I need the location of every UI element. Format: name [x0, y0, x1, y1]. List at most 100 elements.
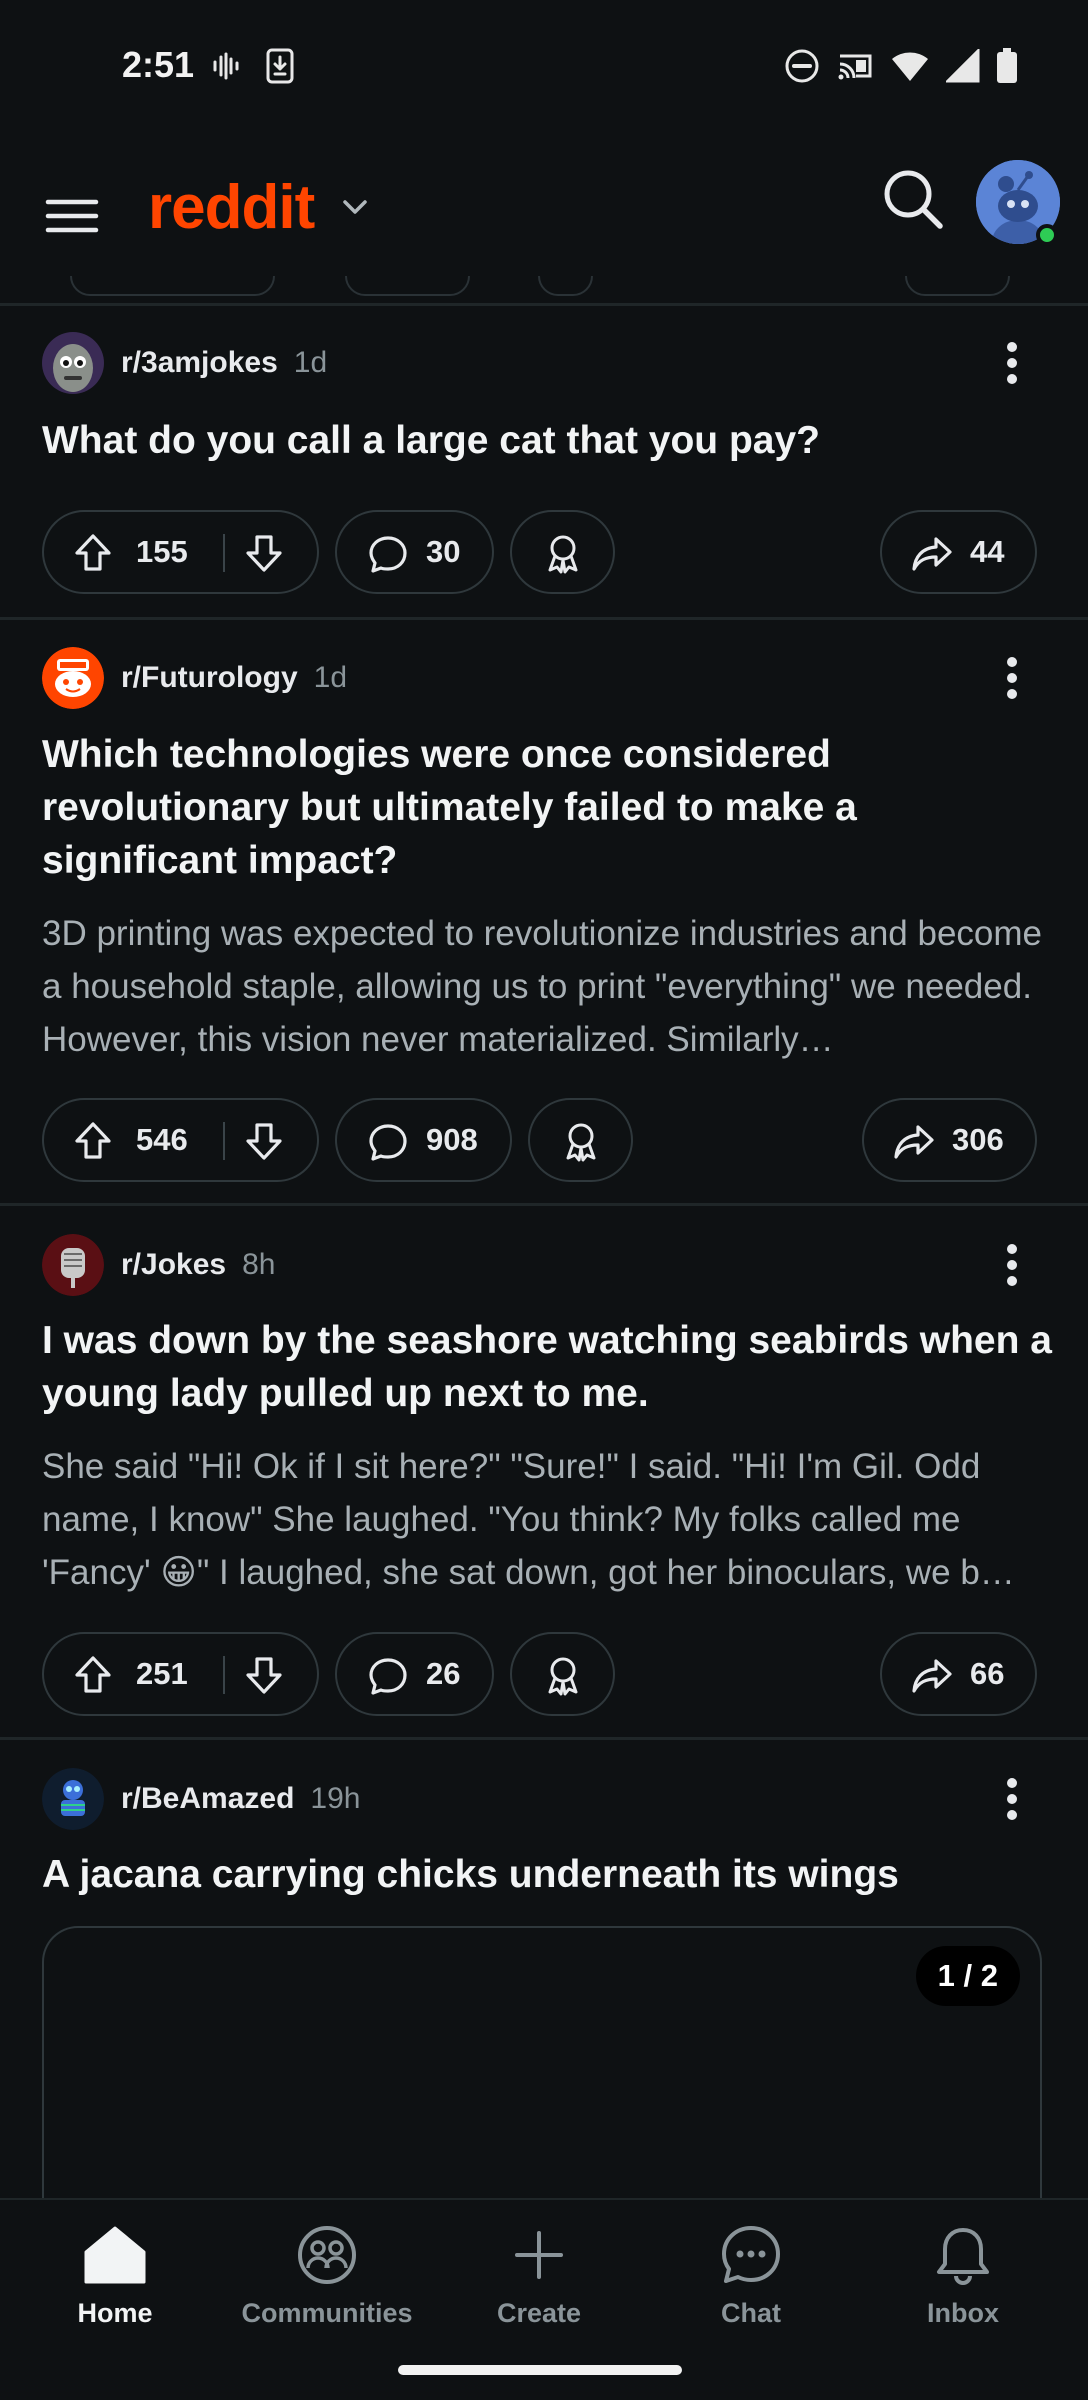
cellular-signal-icon: [946, 49, 980, 83]
cast-icon: [836, 50, 874, 82]
post-body[interactable]: She said "Hi! Ok if I sit here?" "Sure!"…: [42, 1440, 1052, 1599]
award-button[interactable]: [528, 1098, 633, 1182]
subreddit-name[interactable]: r/Jokes: [121, 1248, 226, 1282]
hamburger-menu-icon[interactable]: [42, 186, 102, 246]
upvote-icon[interactable]: [72, 532, 114, 579]
nav-label: Inbox: [927, 2298, 999, 2328]
share-button[interactable]: 306: [862, 1098, 1037, 1182]
filter-chip[interactable]: [345, 276, 470, 296]
comments-button[interactable]: 30: [335, 510, 494, 594]
subreddit-avatar[interactable]: [42, 1234, 104, 1296]
upvote-icon[interactable]: [72, 1120, 114, 1167]
nav-inbox[interactable]: Inbox: [863, 2220, 1063, 2329]
status-left-icons: [210, 48, 294, 84]
chevron-down-icon[interactable]: [338, 190, 372, 224]
filter-chip[interactable]: [538, 276, 593, 296]
share-count: 44: [970, 534, 1005, 569]
comments-button[interactable]: 908: [335, 1098, 512, 1182]
post-title[interactable]: What do you call a large cat that you pa…: [42, 414, 1052, 467]
more-options-icon[interactable]: [990, 1768, 1034, 1830]
post-meta: r/BeAmazed 19h: [42, 1768, 360, 1830]
award-icon: [560, 1120, 602, 1167]
nav-create[interactable]: Create: [439, 2220, 639, 2329]
nav-communities[interactable]: Communities: [227, 2220, 427, 2329]
upvote-count: 251: [136, 1656, 188, 1691]
more-options-icon[interactable]: [990, 332, 1034, 394]
battery-icon: [996, 48, 1018, 84]
search-icon[interactable]: [878, 164, 946, 232]
post-title[interactable]: I was down by the seashore watching seab…: [42, 1314, 1052, 1420]
wifi-icon: [890, 49, 930, 83]
nav-label: Communities: [241, 2298, 413, 2328]
award-button[interactable]: [510, 1632, 615, 1716]
post-card[interactable]: r/BeAmazed 19h A jacana carrying chicks …: [0, 1740, 1088, 2198]
share-button[interactable]: 66: [880, 1632, 1037, 1716]
app-header: reddit: [0, 136, 1088, 296]
post-title[interactable]: A jacana carrying chicks underneath its …: [42, 1848, 1052, 1901]
post-age: 19h: [310, 1782, 361, 1815]
nav-home[interactable]: Home: [15, 2220, 215, 2329]
reddit-logo[interactable]: reddit: [148, 172, 315, 243]
online-status-dot: [1036, 224, 1058, 246]
subreddit-avatar[interactable]: [42, 332, 104, 394]
post-card[interactable]: r/Jokes 8h I was down by the seashore wa…: [0, 1206, 1088, 1737]
subreddit-name[interactable]: r/BeAmazed: [121, 1782, 294, 1816]
post-media-gallery[interactable]: 1 / 2: [42, 1926, 1042, 2198]
gesture-home-indicator[interactable]: [398, 2365, 682, 2375]
share-count: 66: [970, 1656, 1005, 1691]
share-icon: [910, 533, 954, 580]
post-body[interactable]: 3D printing was expected to revolutioniz…: [42, 907, 1052, 1066]
post-card[interactable]: r/3amjokes 1d What do you call a large c…: [0, 306, 1088, 617]
filter-chip[interactable]: [70, 276, 275, 296]
subreddit-name[interactable]: r/3amjokes: [121, 346, 278, 380]
vote-pill: 251: [42, 1632, 319, 1716]
downvote-icon[interactable]: [243, 1120, 285, 1167]
post-meta: r/Futurology 1d: [42, 647, 347, 709]
upvote-count: 155: [136, 534, 188, 569]
voicemail-icon: [210, 50, 242, 82]
share-icon: [910, 1655, 954, 1702]
feed-filter-peek: [0, 276, 1088, 304]
do-not-disturb-icon: [784, 48, 820, 84]
vote-pill: 546: [42, 1098, 319, 1182]
vote-separator: [223, 1656, 225, 1694]
post-age: 8h: [242, 1248, 276, 1281]
filter-chip[interactable]: [905, 276, 1010, 296]
vote-pill: 155: [42, 510, 319, 594]
gallery-page-counter: 1 / 2: [915, 1946, 1020, 2006]
nav-chat[interactable]: Chat: [651, 2220, 851, 2329]
status-right-icons: [784, 48, 1018, 84]
award-icon: [542, 1654, 584, 1701]
share-count: 306: [952, 1122, 1004, 1157]
comments-button[interactable]: 26: [335, 1632, 494, 1716]
post-title[interactable]: Which technologies were once considered …: [42, 728, 1052, 887]
subreddit-avatar[interactable]: [42, 647, 104, 709]
home-icon: [80, 2220, 150, 2290]
plus-icon: [504, 2220, 574, 2290]
post-meta: r/3amjokes 1d: [42, 332, 327, 394]
downvote-icon[interactable]: [243, 532, 285, 579]
download-icon: [266, 48, 294, 84]
upvote-icon[interactable]: [72, 1654, 114, 1701]
downvote-icon[interactable]: [243, 1654, 285, 1701]
award-button[interactable]: [510, 510, 615, 594]
share-icon: [892, 1121, 936, 1168]
more-options-icon[interactable]: [990, 1234, 1034, 1296]
status-time: 2:51: [122, 44, 195, 85]
post-meta: r/Jokes 8h: [42, 1234, 275, 1296]
post-age: 1d: [313, 661, 348, 694]
share-button[interactable]: 44: [880, 510, 1037, 594]
more-options-icon[interactable]: [990, 647, 1034, 709]
nav-label: Chat: [721, 2298, 781, 2328]
comment-count: 26: [426, 1656, 461, 1691]
post-age: 1d: [293, 346, 328, 379]
subreddit-name[interactable]: r/Futurology: [121, 661, 298, 695]
nav-label: Home: [77, 2298, 153, 2328]
award-icon: [542, 532, 584, 579]
status-bar: 2:51: [0, 0, 1088, 136]
subreddit-avatar[interactable]: [42, 1768, 104, 1830]
post-card[interactable]: r/Futurology 1d Which technologies were …: [0, 620, 1088, 1203]
comment-count: 908: [426, 1122, 478, 1157]
vote-separator: [223, 1122, 225, 1160]
chat-icon: [716, 2220, 786, 2290]
